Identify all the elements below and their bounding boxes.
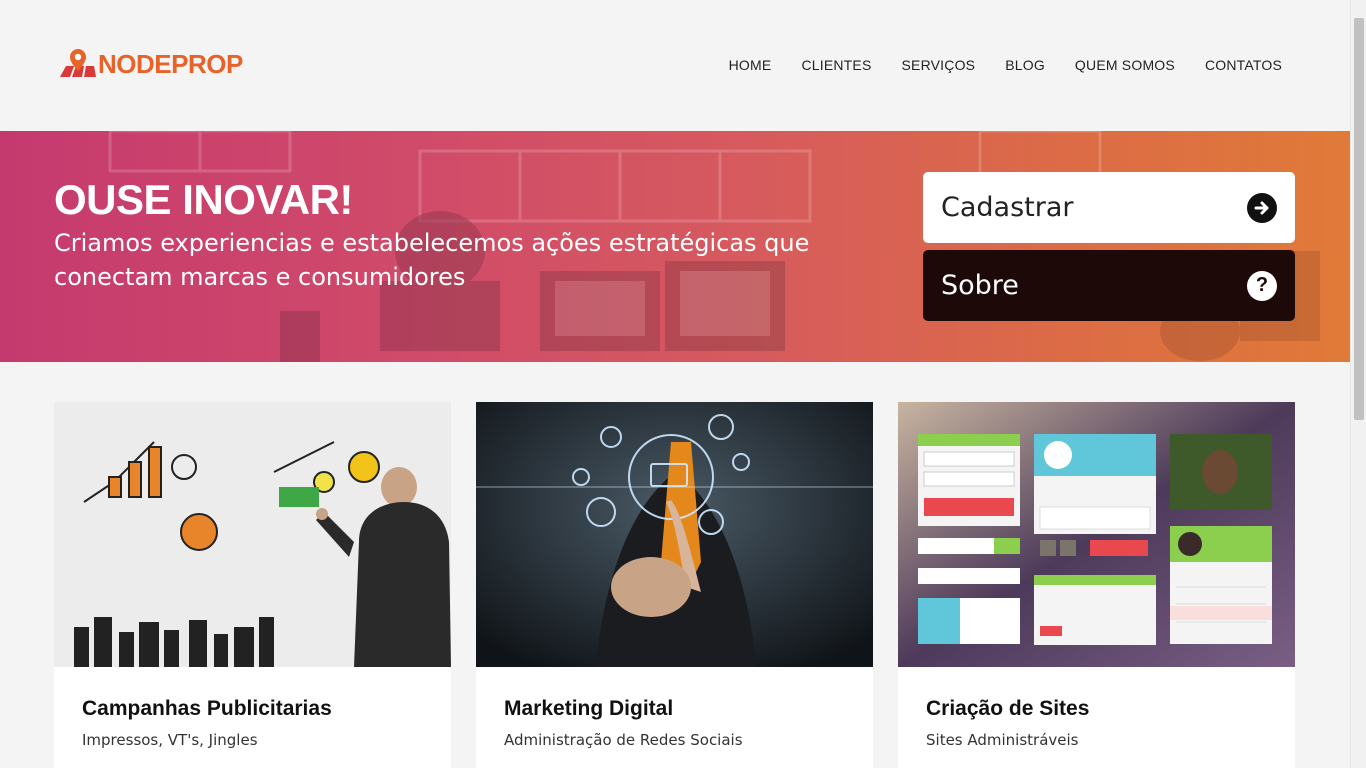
card-title: Campanhas Publicitarias: [82, 697, 332, 720]
map-pin-logo-icon: [58, 47, 96, 81]
arrow-right-circle-icon: [1247, 192, 1277, 223]
card-description: Impressos, VT's, Jingles: [82, 731, 258, 749]
card-image-ui-kit: [898, 402, 1295, 667]
hero-banner: OUSE INOVAR! Criamos experiencias e esta…: [0, 131, 1350, 362]
hero-title: OUSE INOVAR!: [54, 176, 353, 223]
site-header: NODEPROP HOME CLIENTES SERVIÇOS BLOG QUE…: [0, 0, 1350, 131]
card-description: Administração de Redes Sociais: [504, 731, 743, 749]
nav-servicos[interactable]: SERVIÇOS: [902, 57, 976, 73]
card-image-business-drawing: [54, 402, 451, 667]
brand-name: NODEPROP: [98, 48, 243, 79]
nav-quem-somos[interactable]: QUEM SOMOS: [1075, 57, 1175, 73]
register-button[interactable]: Cadastrar: [923, 172, 1295, 243]
card-title: Marketing Digital: [504, 697, 674, 720]
about-label: Sobre: [941, 270, 1019, 301]
question-circle-icon: ?: [1247, 270, 1277, 301]
service-card-campanhas[interactable]: Campanhas Publicitarias Impressos, VT's,…: [54, 402, 451, 768]
nav-blog[interactable]: BLOG: [1005, 57, 1045, 73]
nav-contatos[interactable]: CONTATOS: [1205, 57, 1282, 73]
about-button[interactable]: Sobre ?: [923, 250, 1295, 321]
register-label: Cadastrar: [941, 192, 1074, 223]
nav-clientes[interactable]: CLIENTES: [801, 57, 871, 73]
card-description: Sites Administráveis: [926, 731, 1079, 749]
page-scrollbar[interactable]: [1350, 0, 1366, 768]
hero-subtitle: Criamos experiencias e estabelecemos açõ…: [54, 229, 810, 291]
card-image-digital-touch: [476, 402, 873, 667]
logo[interactable]: NODEPROP: [58, 47, 243, 81]
service-card-marketing[interactable]: Marketing Digital Administração de Redes…: [476, 402, 873, 768]
main-nav: HOME CLIENTES SERVIÇOS BLOG QUEM SOMOS C…: [729, 57, 1282, 73]
scrollbar-thumb[interactable]: [1354, 18, 1364, 420]
card-title: Criação de Sites: [926, 697, 1090, 720]
nav-home[interactable]: HOME: [729, 57, 772, 73]
service-card-sites[interactable]: Criação de Sites Sites Administráveis: [898, 402, 1295, 768]
